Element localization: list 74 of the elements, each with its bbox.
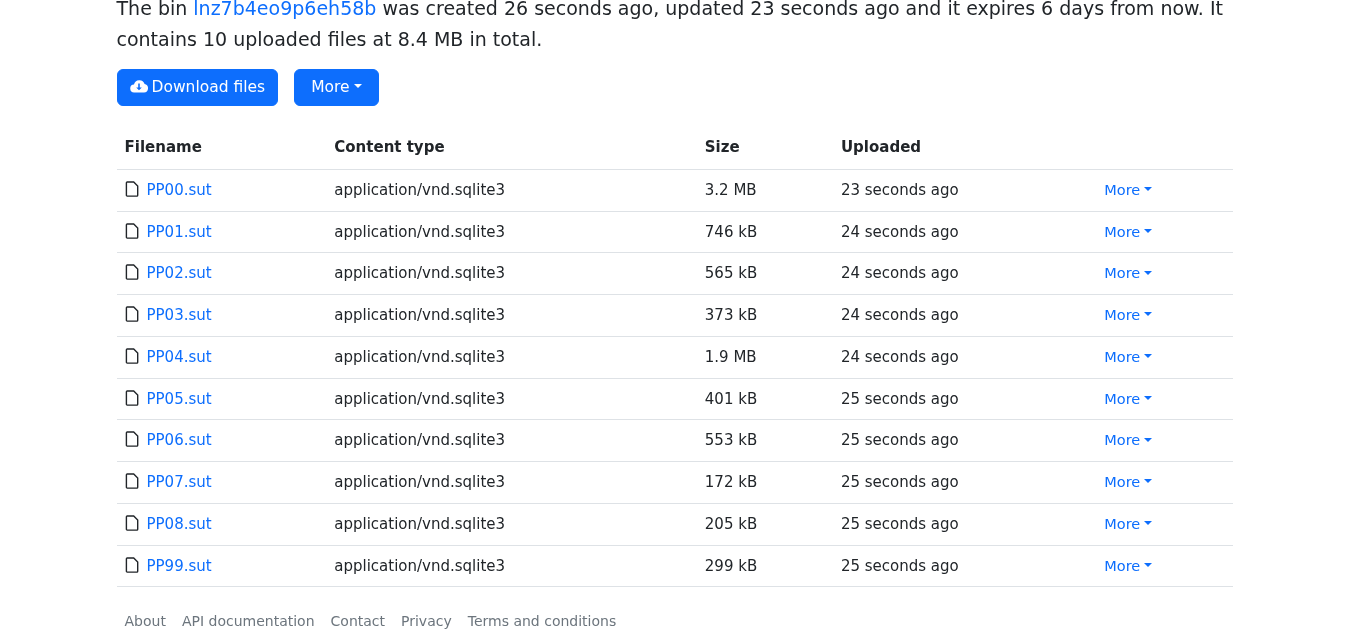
footer-link[interactable]: About xyxy=(124,611,166,633)
table-cell: 24 seconds ago xyxy=(832,211,1097,253)
table-cell: 25 seconds ago xyxy=(832,461,1097,504)
file-icon xyxy=(124,347,139,364)
file-icon xyxy=(124,306,139,323)
file-link[interactable]: PP07.sut xyxy=(146,473,212,492)
more-dropdown-link[interactable]: More xyxy=(1104,263,1152,285)
table-cell: application/vnd.sqlite3 xyxy=(326,252,697,295)
more-dropdown-link[interactable]: More xyxy=(1104,430,1152,452)
table-cell: 3.2 MB xyxy=(696,169,833,211)
file-link[interactable]: PP05.sut xyxy=(146,389,212,408)
table-cell: 24 seconds ago xyxy=(832,252,1097,295)
table-cell: 172 kB xyxy=(696,461,833,504)
cloud-download-icon xyxy=(129,79,148,93)
more-dropdown-link[interactable]: More xyxy=(1104,388,1152,411)
file-link[interactable]: PP06.sut xyxy=(146,431,212,450)
more-dropdown-link[interactable]: More xyxy=(1104,555,1152,578)
more-dropdown-link[interactable]: More xyxy=(1104,305,1152,327)
footer-link[interactable]: API documentation xyxy=(181,611,315,633)
table-cell: 401 kB xyxy=(696,378,833,420)
more-dropdown-link[interactable]: More xyxy=(1104,513,1152,536)
table-cell: 1.9 MB xyxy=(696,336,833,378)
file-icon xyxy=(124,514,139,531)
table-cell: 565 kB xyxy=(696,252,833,295)
table-cell: application/vnd.sqlite3 xyxy=(326,378,697,420)
table-cell: 25 seconds ago xyxy=(832,545,1097,587)
column-header: Content type xyxy=(326,126,697,170)
table-cell: 25 seconds ago xyxy=(832,503,1097,545)
intro-text: The bin lnz7b4eo9p6eh58b was created 26 seconds ago, updated 23 seconds ago and it expires 6 days from now. It contains 10 uploaded files at 8.4 MB in total. xyxy=(116,0,1224,52)
table-cell: application/vnd.sqlite3 xyxy=(326,503,697,545)
more-dropdown-link[interactable]: More xyxy=(1104,179,1152,202)
file-icon xyxy=(124,431,139,448)
table-cell: 23 seconds ago xyxy=(832,169,1097,211)
file-link[interactable]: PP04.sut xyxy=(146,347,212,366)
more-dropdown-link[interactable]: More xyxy=(1104,221,1152,244)
table-cell: 746 kB xyxy=(696,211,833,253)
table-cell: 553 kB xyxy=(696,419,833,462)
column-header: Size xyxy=(696,126,833,170)
more-dropdown-link[interactable]: More xyxy=(1104,472,1152,494)
file-link[interactable]: PP03.sut xyxy=(146,306,212,325)
table-cell: application/vnd.sqlite3 xyxy=(326,169,697,211)
more-dropdown-button[interactable]: More xyxy=(294,69,379,107)
download-files-button[interactable]: Download files xyxy=(116,69,279,107)
table-cell: application/vnd.sqlite3 xyxy=(326,211,697,253)
table-cell: application/vnd.sqlite3 xyxy=(326,419,697,462)
table-cell: 205 kB xyxy=(696,503,833,545)
table-cell: application/vnd.sqlite3 xyxy=(326,336,697,378)
table-cell: 25 seconds ago xyxy=(832,378,1097,420)
file-link[interactable]: PP00.sut xyxy=(146,180,212,199)
file-icon xyxy=(124,180,139,197)
file-icon xyxy=(124,264,139,281)
file-link[interactable]: PP08.sut xyxy=(146,514,212,533)
table-cell: 24 seconds ago xyxy=(832,294,1097,337)
table-cell: 299 kB xyxy=(696,545,833,587)
more-dropdown-link[interactable]: More xyxy=(1104,346,1152,369)
bin-link[interactable]: lnz7b4eo9p6eh58b xyxy=(193,0,377,19)
file-link[interactable]: PP99.sut xyxy=(146,556,212,575)
file-icon xyxy=(124,222,139,239)
file-link[interactable]: PP01.sut xyxy=(146,222,212,241)
footer-link[interactable]: Privacy xyxy=(401,611,452,633)
column-header: Uploaded xyxy=(832,126,1097,170)
file-icon xyxy=(124,389,139,406)
footer-link[interactable]: Terms and conditions xyxy=(467,611,617,633)
file-icon xyxy=(124,473,139,490)
table-cell: application/vnd.sqlite3 xyxy=(326,461,697,504)
table-cell: 373 kB xyxy=(696,294,833,337)
file-icon xyxy=(124,556,139,573)
table-cell: 25 seconds ago xyxy=(832,419,1097,462)
table-cell: 24 seconds ago xyxy=(832,336,1097,378)
file-link[interactable]: PP02.sut xyxy=(146,264,212,283)
footer-link[interactable]: Contact xyxy=(330,611,385,633)
column-header: Filename xyxy=(116,126,327,170)
table-cell: application/vnd.sqlite3 xyxy=(326,545,697,587)
table-cell: application/vnd.sqlite3 xyxy=(326,294,697,337)
